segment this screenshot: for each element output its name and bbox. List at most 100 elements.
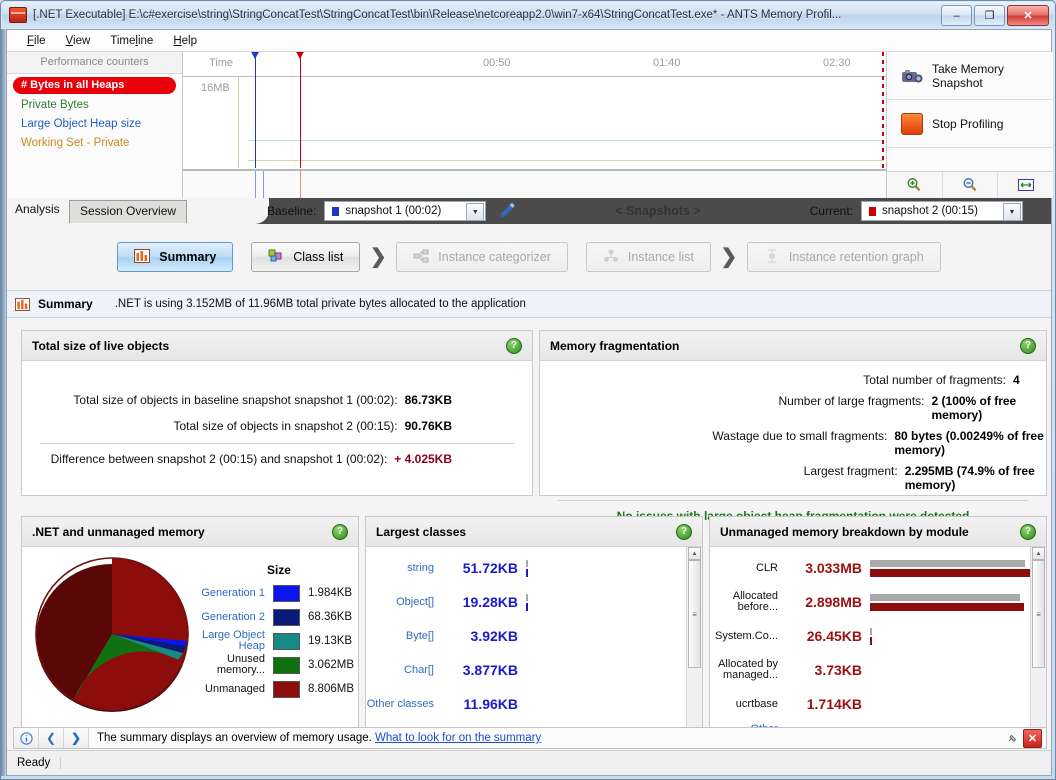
instance-list-icon	[603, 249, 619, 266]
zoom-in-button[interactable]	[887, 172, 943, 198]
performance-counters-panel: Performance counters # Bytes in all Heap…	[7, 52, 183, 198]
legend-size-header: Size	[266, 563, 291, 577]
info-icon[interactable]	[14, 728, 39, 748]
counter-large-object-heap-size[interactable]: Large Object Heap size	[7, 115, 182, 134]
hint-link[interactable]: What to look for on the summary	[375, 732, 541, 744]
nav-separator-1: ❯	[369, 246, 387, 268]
menu-view[interactable]: View	[56, 33, 101, 49]
chevron-down-icon[interactable]: ▼	[466, 203, 485, 221]
nav-button-instance-categorizer[interactable]: Instance categorizer	[396, 242, 568, 272]
largest-classes-row[interactable]: Char[] 3.877KB	[366, 653, 686, 687]
timeline-current-marker[interactable]	[295, 52, 305, 168]
close-button[interactable]: ✕	[1007, 5, 1049, 26]
panel-memory-fragmentation: Memory fragmentation ? Total number of f…	[539, 330, 1047, 523]
timeline-overview-strip[interactable]	[183, 169, 886, 198]
legend-value-generation-1: 1.984KB	[307, 587, 353, 599]
window-controls: – ❐ ✕	[941, 4, 1049, 26]
timeline-graph[interactable]: Time 00:50 01:40 02:30 16MB	[183, 52, 887, 198]
largest-classes-row[interactable]: Other classes 11.96KB	[366, 687, 686, 721]
take-memory-snapshot-button[interactable]: Take Memory Snapshot	[887, 52, 1053, 100]
hint-previous-button[interactable]: ❮	[39, 728, 64, 748]
baseline-edit-button[interactable]	[498, 203, 516, 219]
summary-header-bar: Summary .NET is using 3.152MB of 11.96MB…	[7, 290, 1051, 318]
bar-current	[870, 636, 872, 645]
timeline-baseline-marker[interactable]	[250, 52, 260, 168]
stop-icon	[901, 112, 923, 135]
module-name-allocated-before: Allocated before...	[732, 590, 778, 613]
fragmentation-largest-value: 2.295MB (74.9% of free memory)	[904, 464, 1035, 492]
panel-header: Total size of live objects ?	[22, 331, 532, 361]
tab-session-overview[interactable]: Session Overview	[69, 200, 188, 223]
module-row[interactable]: Allocated before... 2.898MB	[710, 585, 1030, 619]
baseline-value: snapshot 1 (00:02)	[345, 205, 442, 217]
module-row[interactable]: CLR 3.033MB	[710, 551, 1030, 585]
snapshot-selector-bar: Baseline: snapshot 1 (00:02) ▼ < Snapsho…	[257, 198, 1053, 224]
current-combo[interactable]: snapshot 2 (00:15) ▼	[861, 201, 1023, 221]
nav-button-summary[interactable]: Summary	[117, 242, 234, 272]
zoom-fit-button[interactable]	[998, 172, 1053, 198]
maximize-button[interactable]: ❐	[974, 5, 1005, 26]
fragmentation-wastage-label: Wastage due to small fragments:	[712, 429, 888, 443]
help-icon[interactable]: ?	[676, 523, 692, 540]
pencil-blue-icon	[500, 203, 515, 217]
baseline-combo[interactable]: snapshot 1 (00:02) ▼	[324, 201, 487, 221]
nav-separator-2: ❯	[720, 246, 738, 268]
class-bars	[518, 559, 686, 577]
largest-classes-row[interactable]: Byte[] 3.92KB	[366, 619, 686, 653]
help-icon[interactable]: ?	[1020, 523, 1036, 540]
pie-chart[interactable]	[26, 553, 199, 715]
help-icon[interactable]: ?	[1020, 337, 1036, 354]
minimize-button[interactable]: –	[941, 5, 972, 26]
legend-item[interactable]: Large Object Heap 19.13KB	[199, 629, 354, 653]
hint-next-button[interactable]: ❯	[64, 728, 89, 748]
nav-button-class-list[interactable]: Class list	[251, 242, 361, 272]
scroll-up-arrow-icon[interactable]: ▲	[1032, 547, 1045, 560]
legend-item[interactable]: Generation 1 1.984KB	[199, 581, 354, 605]
menu-timeline[interactable]: Timeline	[100, 33, 163, 49]
legend-item[interactable]: Unused memory... 3.062MB	[199, 653, 354, 677]
baseline-marker-head-icon	[250, 52, 260, 59]
nav-button-instance-retention-graph[interactable]: Instance retention graph	[746, 242, 941, 272]
hint-bar: ❮ ❯ The summary displays an overview of …	[13, 727, 1047, 749]
performance-counters-header: Performance counters	[7, 52, 182, 74]
counter-working-set-private[interactable]: Working Set - Private	[7, 134, 182, 153]
hint-close-button[interactable]: ✕	[1023, 728, 1042, 748]
timeline-zoom-toolbar	[887, 171, 1053, 198]
scrollbar-thumb[interactable]: ≡	[1032, 560, 1045, 668]
counter-bytes-in-all-heaps[interactable]: # Bytes in all Heaps	[13, 77, 176, 94]
legend-item[interactable]: Unmanaged 8.806MB	[199, 677, 354, 701]
stop-profiling-button[interactable]: Stop Profiling	[887, 100, 1053, 148]
timeline-grid-line	[238, 76, 239, 168]
tab-analysis[interactable]: Analysis	[15, 202, 60, 216]
current-marker-head-icon	[295, 52, 305, 59]
module-row[interactable]: ucrtbase 1.714KB	[710, 687, 1030, 721]
bar-baseline	[870, 559, 1026, 567]
panel-body: string 51.72KB Object[] 19.28KB Byte[] 3…	[366, 547, 702, 744]
largest-classes-row[interactable]: Object[] 19.28KB	[366, 585, 686, 619]
analysis-navigation-bar: Summary Class list ❯ Instance categorize…	[7, 224, 1051, 290]
module-row[interactable]: System.Co... 26.45KB	[710, 619, 1030, 653]
hint-pin-icon[interactable]	[1006, 732, 1019, 745]
zoom-out-button[interactable]	[943, 172, 999, 198]
largest-classes-scrollbar[interactable]: ▲ ≡ ▼	[686, 547, 702, 741]
class-value-object-array: 19.28KB	[462, 594, 518, 610]
class-value-other-classes: 11.96KB	[463, 696, 518, 712]
unmanaged-modules-scrollbar[interactable]: ▲ ≡ ▼	[1030, 547, 1046, 741]
menu-file[interactable]: File	[17, 33, 56, 49]
scrollbar-thumb[interactable]: ≡	[688, 560, 701, 668]
nav-button-instance-list[interactable]: Instance list	[585, 242, 711, 272]
take-memory-snapshot-label: Take Memory Snapshot	[932, 61, 1005, 90]
module-row[interactable]: Allocated by managed... 3.73KB	[710, 653, 1030, 687]
legend-item[interactable]: Generation 2 68.36KB	[199, 605, 354, 629]
help-icon[interactable]: ?	[332, 523, 348, 540]
menu-help[interactable]: Help	[163, 33, 207, 49]
help-icon[interactable]: ?	[506, 337, 522, 354]
panel-body: Size Generation 1 1.984KB Generation 2 6…	[22, 547, 358, 715]
panel-title-net-unmanaged: .NET and unmanaged memory	[32, 524, 205, 539]
largest-classes-row[interactable]: string 51.72KB	[366, 551, 686, 585]
legend-label-unused-memory: Unused memory...	[216, 653, 265, 676]
chevron-down-icon[interactable]: ▼	[1003, 203, 1021, 221]
counter-private-bytes[interactable]: Private Bytes	[7, 96, 182, 115]
scroll-up-arrow-icon[interactable]: ▲	[688, 547, 701, 560]
live-objects-difference-row: Difference between snapshot 2 (00:15) an…	[22, 452, 532, 466]
